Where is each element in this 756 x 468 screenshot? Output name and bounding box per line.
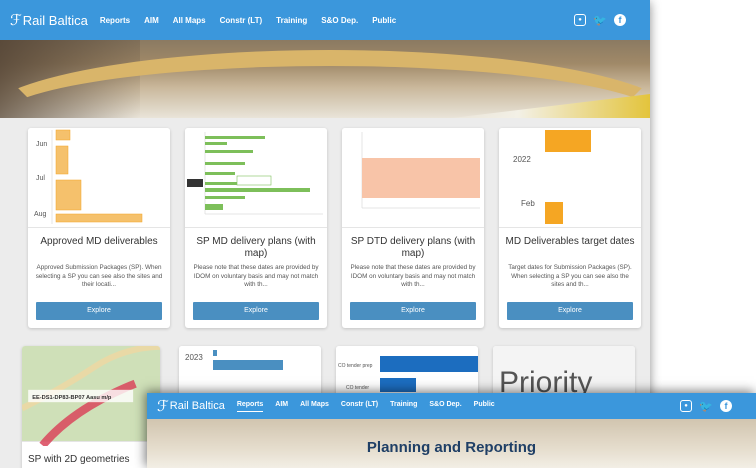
thumb-gantt-orange: Jun Jul Aug: [34, 129, 143, 224]
nav-menu: Reports AIM All Maps Constr (LT) Trainin…: [236, 401, 507, 412]
thumb-gantt-green: [187, 132, 323, 215]
nav-item-training[interactable]: Training: [276, 16, 307, 25]
card-thumb-sp-dtd: [342, 128, 484, 228]
card-title: Approved MD deliverables: [40, 236, 158, 247]
card-thumb-sp-md: [185, 128, 327, 228]
explore-button[interactable]: Explore: [36, 302, 162, 320]
rail-baltica-logo[interactable]: ℱ Rail Baltica: [157, 397, 225, 415]
nav-item-so-dep[interactable]: S&O Dep.: [321, 16, 358, 25]
card-title: SP with 2D geometries: [28, 454, 130, 465]
card-title: MD Deliverables target dates: [505, 236, 635, 247]
card-sp-dtd-delivery[interactable]: SP DTD delivery plans (with map) Please …: [342, 128, 484, 328]
card-sp-2d-geometries[interactable]: EE-DS1-DP83-BP07 Aasu m/p SP with 2D geo…: [22, 346, 160, 468]
twitter-icon[interactable]: 🐦: [699, 400, 713, 413]
card-sp-md-delivery[interactable]: SP MD delivery plans (with map) Please n…: [185, 128, 327, 328]
nav-item-so-dep[interactable]: S&O Dep.: [429, 401, 461, 412]
card-description: Target dates for Submission Packages (SP…: [508, 264, 632, 288]
card-description: Please note that these dates are provide…: [193, 264, 319, 288]
thumb-label-co-tender-prep: CO tender prep: [338, 363, 373, 369]
nav-item-aim[interactable]: AIM: [144, 16, 159, 25]
nav-item-all-maps[interactable]: All Maps: [300, 401, 329, 412]
card-thumb-md-target: 2022 Feb: [499, 128, 641, 228]
card-thumb-map: EE-DS1-DP83-BP07 Aasu m/p: [22, 346, 160, 446]
card-approved-md[interactable]: Jun Jul Aug Approved MD deliverables App…: [28, 128, 170, 328]
page-title: Planning and Reporting: [366, 439, 537, 456]
card-title: SP DTD delivery plans (with map): [350, 236, 476, 259]
nav-item-reports[interactable]: Reports: [100, 16, 130, 25]
nav-item-training[interactable]: Training: [390, 401, 417, 412]
nav-menu: Reports AIM All Maps Constr (LT) Trainin…: [100, 16, 410, 25]
nav-item-constr-lt[interactable]: Constr (LT): [220, 16, 263, 25]
explore-button[interactable]: Explore: [507, 302, 633, 320]
logo-text: Rail Baltica: [22, 12, 88, 28]
thumb-label-jun: Jun: [36, 141, 47, 148]
social-links: ● 🐦 f: [574, 14, 626, 27]
thumb-band-chart: [361, 132, 480, 209]
social-links: ● 🐦 f: [680, 400, 732, 413]
thumb-label-feb: Feb: [521, 199, 535, 208]
card-md-target-dates[interactable]: 2022 Feb MD Deliverables target dates Ta…: [499, 128, 641, 328]
top-navbar: ℱ Rail Baltica Reports AIM All Maps Cons…: [0, 0, 650, 40]
thumb-gantt-orange-2: 2022 Feb: [513, 130, 591, 224]
facebook-icon[interactable]: f: [614, 14, 626, 26]
map-label: EE-DS1-DP83-BP07 Aasu m/p: [32, 395, 112, 401]
explore-button[interactable]: Explore: [193, 302, 319, 320]
facebook-icon[interactable]: f: [720, 400, 732, 412]
planning-reporting-window-front: ℱ Rail Baltica Reports AIM All Maps Cons…: [147, 393, 756, 468]
nav-item-constr-lt[interactable]: Constr (LT): [341, 401, 378, 412]
top-navbar: ℱ Rail Baltica Reports AIM All Maps Cons…: [147, 393, 756, 419]
nav-item-public[interactable]: Public: [372, 16, 396, 25]
hero-banner: [0, 40, 650, 118]
twitter-icon[interactable]: 🐦: [593, 14, 607, 27]
card-thumb-approved-md: Jun Jul Aug: [28, 128, 170, 228]
thumb-label-jul: Jul: [36, 175, 45, 182]
card-description: Please note that these dates are provide…: [350, 264, 476, 288]
explore-button[interactable]: Explore: [350, 302, 476, 320]
logo-swirl-icon: ℱ: [10, 12, 22, 29]
card-description: Approved Submission Packages (SP). When …: [35, 264, 163, 288]
card-title: SP MD delivery plans (with map): [196, 236, 316, 259]
thumb-label-2022: 2022: [513, 155, 531, 164]
logo-text: Rail Baltica: [169, 400, 225, 412]
logo-swirl-icon: ℱ: [157, 398, 169, 415]
nav-item-public[interactable]: Public: [474, 401, 495, 412]
instagram-icon[interactable]: ●: [680, 400, 692, 412]
nav-item-aim[interactable]: AIM: [275, 401, 288, 412]
instagram-icon[interactable]: ●: [574, 14, 586, 26]
nav-item-all-maps[interactable]: All Maps: [173, 16, 206, 25]
nav-item-reports[interactable]: Reports: [236, 401, 264, 412]
thumb-map: EE-DS1-DP83-BP07 Aasu m/p: [22, 346, 160, 446]
thumb-label-2023: 2023: [185, 353, 203, 362]
thumb-label-aug: Aug: [34, 211, 47, 218]
rail-baltica-logo[interactable]: ℱ Rail Baltica: [10, 11, 88, 29]
thumb-label-co-tender: CO tender: [346, 385, 369, 391]
